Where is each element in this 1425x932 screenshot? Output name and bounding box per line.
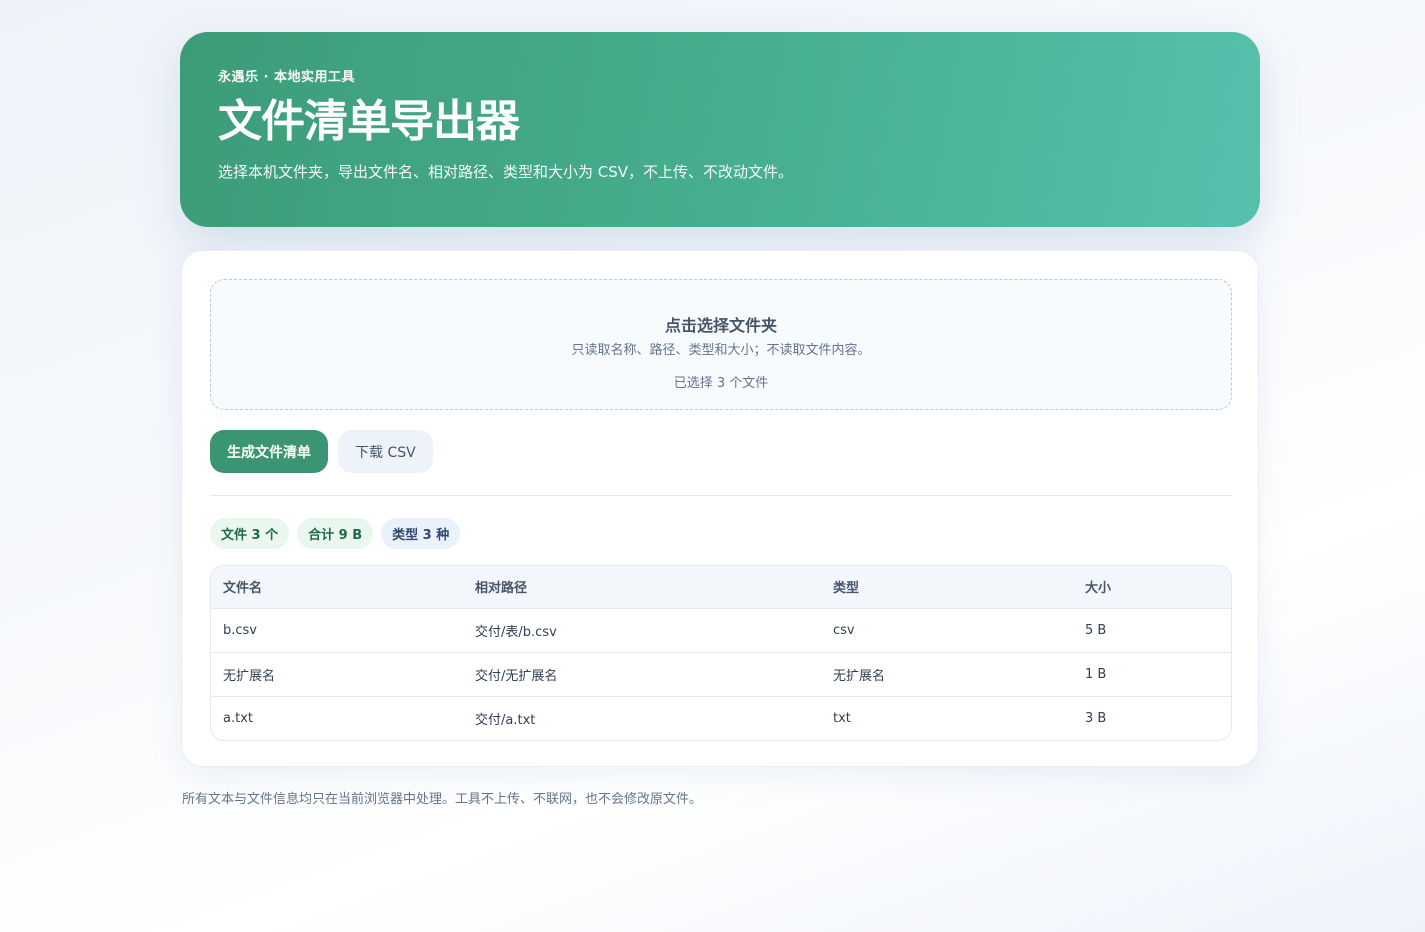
cell-filename: 无扩展名 [211,652,463,697]
action-bar: 生成文件清单 下载 CSV [210,430,1230,473]
folder-picker-dropzone[interactable]: 点击选择文件夹 只读取名称、路径、类型和大小；不读取文件内容。 已选择 3 个文… [210,279,1232,410]
cell-filename: a.txt [223,710,253,726]
hero-subtitle: 选择本机文件夹，导出文件名、相对路径、类型和大小为 CSV，不上传、不改动文件。 [218,163,794,182]
column-header-filename: 文件名 [211,566,463,609]
stats-bar: 文件 3 个 合计 9 B 类型 3 种 [210,518,1230,549]
cell-path: 交付/a.txt [475,712,536,728]
file-table: 文件名 相对路径 类型 大小 b.csv 交付/表/b.csv csv 5 B … [211,566,1231,740]
selected-files-status: 已选择 3 个文件 [673,376,769,391]
generate-list-button[interactable]: 生成文件清单 [210,430,328,473]
cell-type: txt [833,710,851,726]
privacy-footer-note: 所有文本与文件信息均只在当前浏览器中处理。工具不上传、不联网，也不会修改原文件。 [182,792,703,807]
column-header-size: 大小 [1073,566,1231,609]
divider [210,495,1232,496]
cell-path: 交付/无扩展名 [463,652,821,697]
hero-banner: 永遇乐 · 本地实用工具 文件清单导出器 选择本机文件夹，导出文件名、相对路径、… [180,32,1260,227]
main-card: 点击选择文件夹 只读取名称、路径、类型和大小；不读取文件内容。 已选择 3 个文… [181,250,1259,767]
table-row: b.csv 交付/表/b.csv csv 5 B [211,608,1231,653]
table-row: a.txt 交付/a.txt txt 3 B [211,696,1231,740]
table-header-row: 文件名 相对路径 类型 大小 [211,566,1231,609]
hero-eyebrow: 永遇乐 · 本地实用工具 [218,70,355,85]
table-row: 无扩展名 交付/无扩展名 无扩展名 1 B [211,652,1231,697]
cell-size: 3 B [1085,710,1107,726]
download-csv-button[interactable]: 下载 CSV [338,430,433,473]
column-header-type: 类型 [821,566,1073,609]
dropzone-description: 只读取名称、路径、类型和大小；不读取文件内容。 [571,343,871,358]
cell-filename: b.csv [211,608,463,653]
cell-path: 交付/表/b.csv [463,608,821,653]
cell-type: csv [821,608,1073,653]
column-header-path: 相对路径 [463,566,821,609]
cell-size: 1 B [1073,652,1231,697]
file-count-badge: 文件 3 个 [210,518,290,549]
file-table-container: 文件名 相对路径 类型 大小 b.csv 交付/表/b.csv csv 5 B … [210,565,1232,741]
cell-type: 无扩展名 [821,652,1073,697]
cell-size: 5 B [1073,608,1231,653]
total-size-badge: 合计 9 B [297,518,374,549]
type-count-badge: 类型 3 种 [381,518,461,549]
dropzone-title: 点击选择文件夹 [664,316,777,335]
page-title: 文件清单导出器 [218,96,520,147]
